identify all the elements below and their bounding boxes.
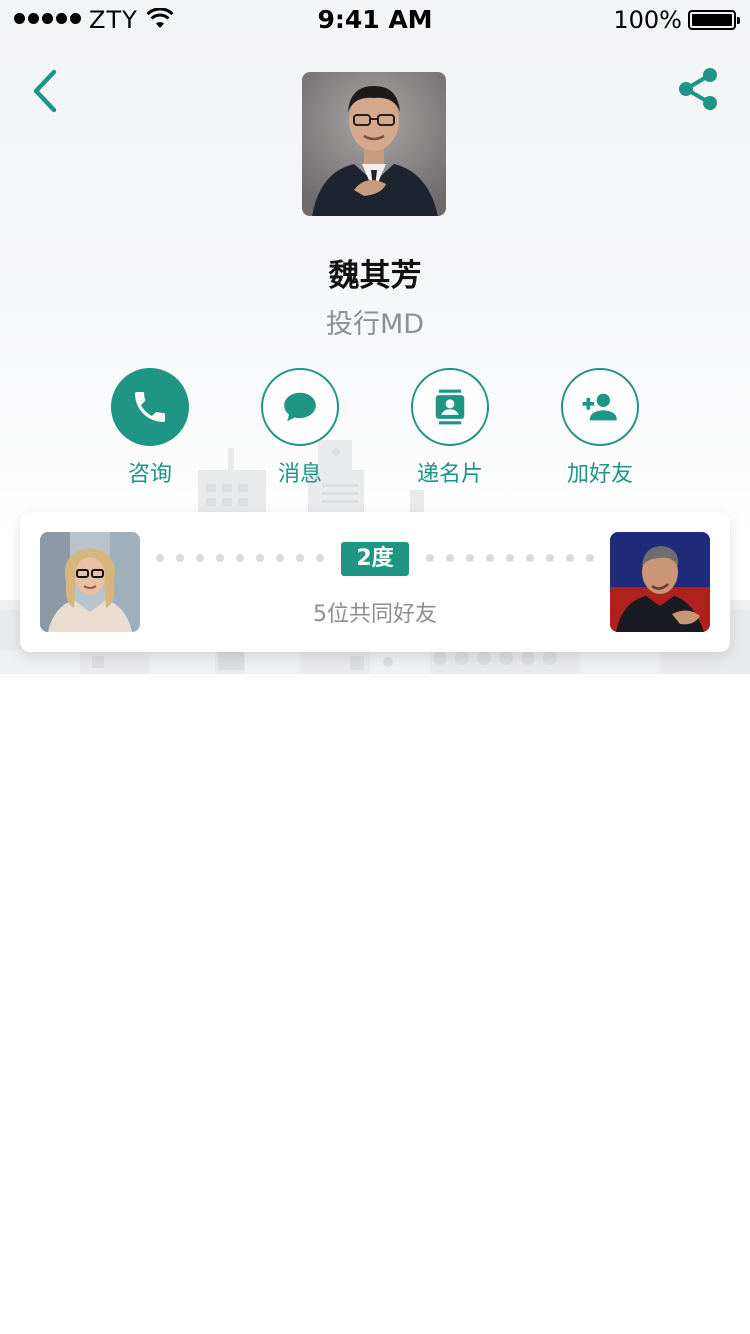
profile-name: 魏其芳 [328,258,422,294]
chevron-left-icon [33,69,57,113]
add-friend-button[interactable]: 加好友 [540,368,660,488]
connection-dots-right [426,554,594,562]
message-button[interactable]: 消息 [240,368,360,488]
contact-card-icon [435,389,465,425]
battery-percentage: 100% [613,6,682,34]
consult-button[interactable]: 咨询 [90,368,210,488]
status-bar: ZTY 9:41 AM 100% [0,0,750,40]
add-friend-label: 加好友 [566,462,633,487]
consult-button-circle[interactable] [111,368,189,446]
profile-avatar[interactable] [302,72,446,216]
degree-badge: 2度 [341,542,409,576]
share-button[interactable] [674,64,724,114]
add-friend-icon [582,393,617,421]
message-label: 消息 [277,462,322,487]
send-card-button-circle[interactable] [411,368,489,446]
chat-bubble-icon [284,392,316,422]
phone-icon [135,392,165,422]
battery-icon [688,10,740,30]
add-friend-button-circle[interactable] [561,368,639,446]
target-avatar[interactable] [610,532,710,632]
profile-title: 投行MD [325,309,425,340]
consult-label: 咨询 [127,462,172,487]
connection-dots-left [156,554,324,562]
message-button-circle[interactable] [261,368,339,446]
connection-card[interactable]: 2度 5位共同好友 [20,512,730,652]
send-card-button[interactable]: 递名片 [390,368,510,488]
send-card-label: 递名片 [416,462,483,487]
back-button[interactable] [24,66,68,116]
share-icon [679,68,717,110]
